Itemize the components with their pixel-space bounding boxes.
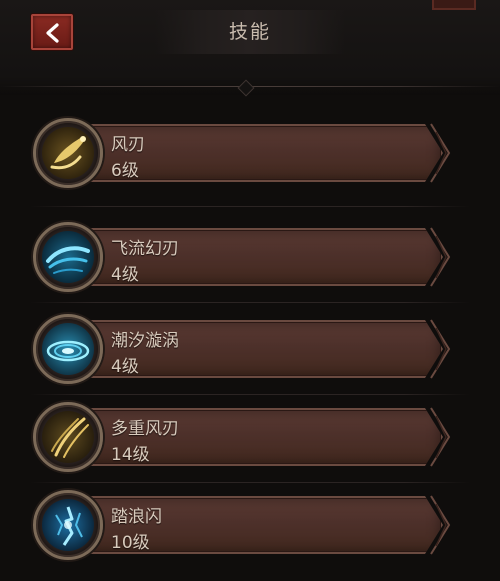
- skill-level: 4级: [111, 265, 139, 285]
- panel-arrow-edge: [430, 123, 451, 183]
- skill-name: 多重风刃: [111, 419, 179, 439]
- skill-icon-frame: [33, 314, 103, 384]
- skill-item-flowing-blade[interactable]: 飞流幻刃 4级: [33, 222, 463, 292]
- wind-blade-icon: [42, 127, 94, 179]
- skill-icon-frame: [33, 222, 103, 292]
- panel-arrow-edge: [430, 319, 451, 379]
- skill-name: 潮汐漩涡: [111, 331, 179, 351]
- wave-step-icon: [42, 499, 94, 551]
- skill-name: 踏浪闪: [111, 507, 162, 527]
- row-divider: [30, 482, 470, 483]
- skill-item-multi-wind-blade[interactable]: 多重风刃 14级: [33, 402, 463, 472]
- tide-vortex-icon: [42, 323, 94, 375]
- skill-name: 风刃: [111, 135, 145, 155]
- skill-item-wave-step[interactable]: 踏浪闪 10级: [33, 490, 463, 560]
- skill-list: 风刃 6级 飞流幻刃 4级 潮汐漩涡 4级 多重风刃 14级 踏浪闪 10级: [0, 0, 500, 581]
- multi-wind-blade-icon: [42, 411, 94, 463]
- flowing-blade-icon: [42, 231, 94, 283]
- row-divider: [30, 206, 470, 207]
- skill-item-tide-vortex[interactable]: 潮汐漩涡 4级: [33, 314, 463, 384]
- panel-arrow-edge: [430, 227, 451, 287]
- skill-icon-frame: [33, 490, 103, 560]
- skill-item-wind-blade[interactable]: 风刃 6级: [33, 118, 463, 188]
- skill-icon-frame: [33, 118, 103, 188]
- skill-level: 14级: [111, 445, 150, 465]
- skill-level: 4级: [111, 357, 139, 377]
- skill-icon-frame: [33, 402, 103, 472]
- row-divider: [30, 394, 470, 395]
- skill-level: 10级: [111, 533, 150, 553]
- row-divider: [30, 302, 470, 303]
- panel-arrow-edge: [430, 407, 451, 467]
- skill-name: 飞流幻刃: [111, 239, 179, 259]
- panel-arrow-edge: [430, 495, 451, 555]
- skill-level: 6级: [111, 161, 139, 181]
